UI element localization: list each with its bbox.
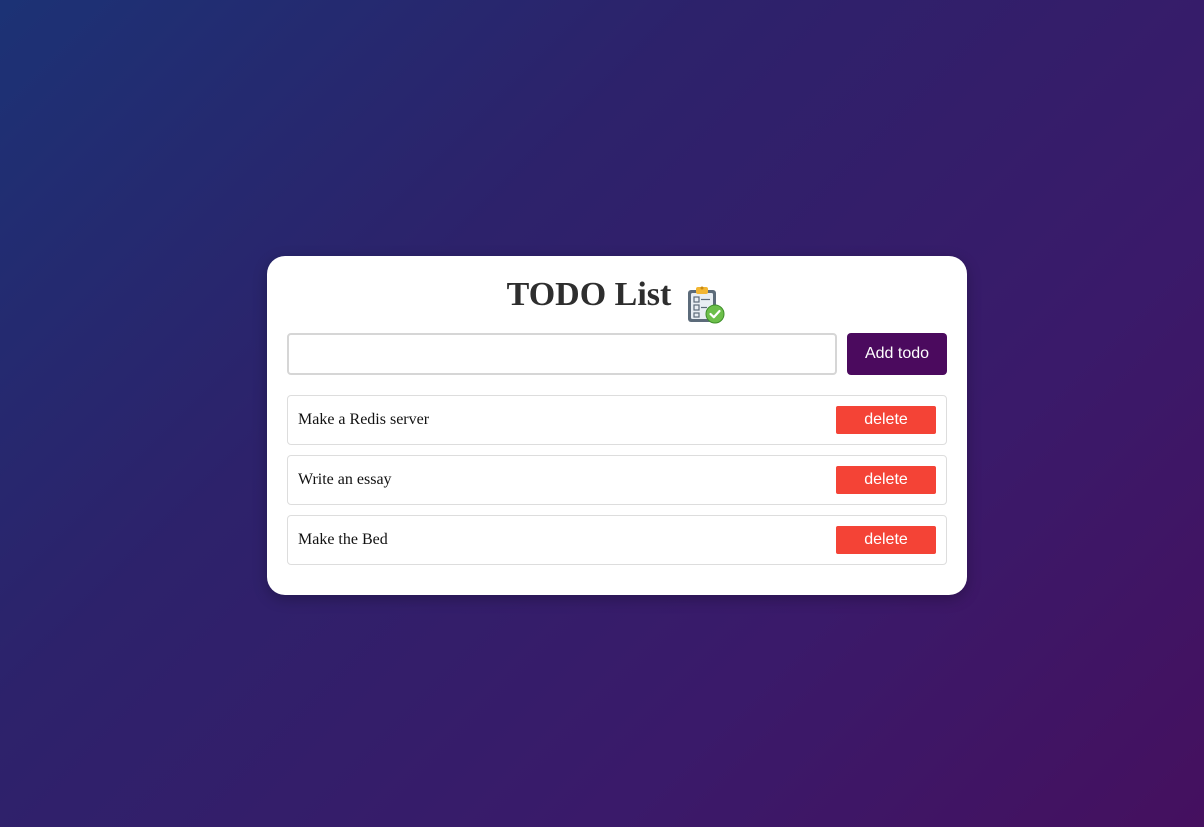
add-todo-form: Add todo: [287, 333, 947, 375]
todo-text: Make a Redis server: [298, 411, 430, 428]
page-title: TODO List: [506, 276, 672, 313]
todo-list: Make a Redis server delete Write an essa…: [287, 395, 947, 565]
todo-text: Make the Bed: [298, 531, 388, 548]
delete-button[interactable]: delete: [836, 526, 936, 554]
list-item: Make the Bed delete: [287, 515, 947, 565]
list-item: Write an essay delete: [287, 455, 947, 505]
add-todo-button[interactable]: Add todo: [847, 333, 947, 375]
delete-button[interactable]: delete: [836, 406, 936, 434]
todo-text: Write an essay: [298, 471, 392, 488]
delete-button[interactable]: delete: [836, 466, 936, 494]
todo-input[interactable]: [287, 333, 837, 375]
clipboard-check-icon: [685, 284, 727, 326]
list-item: Make a Redis server delete: [287, 395, 947, 445]
todo-card: TODO List Add todo Make a Redis server d…: [267, 256, 967, 595]
header: TODO List: [287, 276, 947, 332]
